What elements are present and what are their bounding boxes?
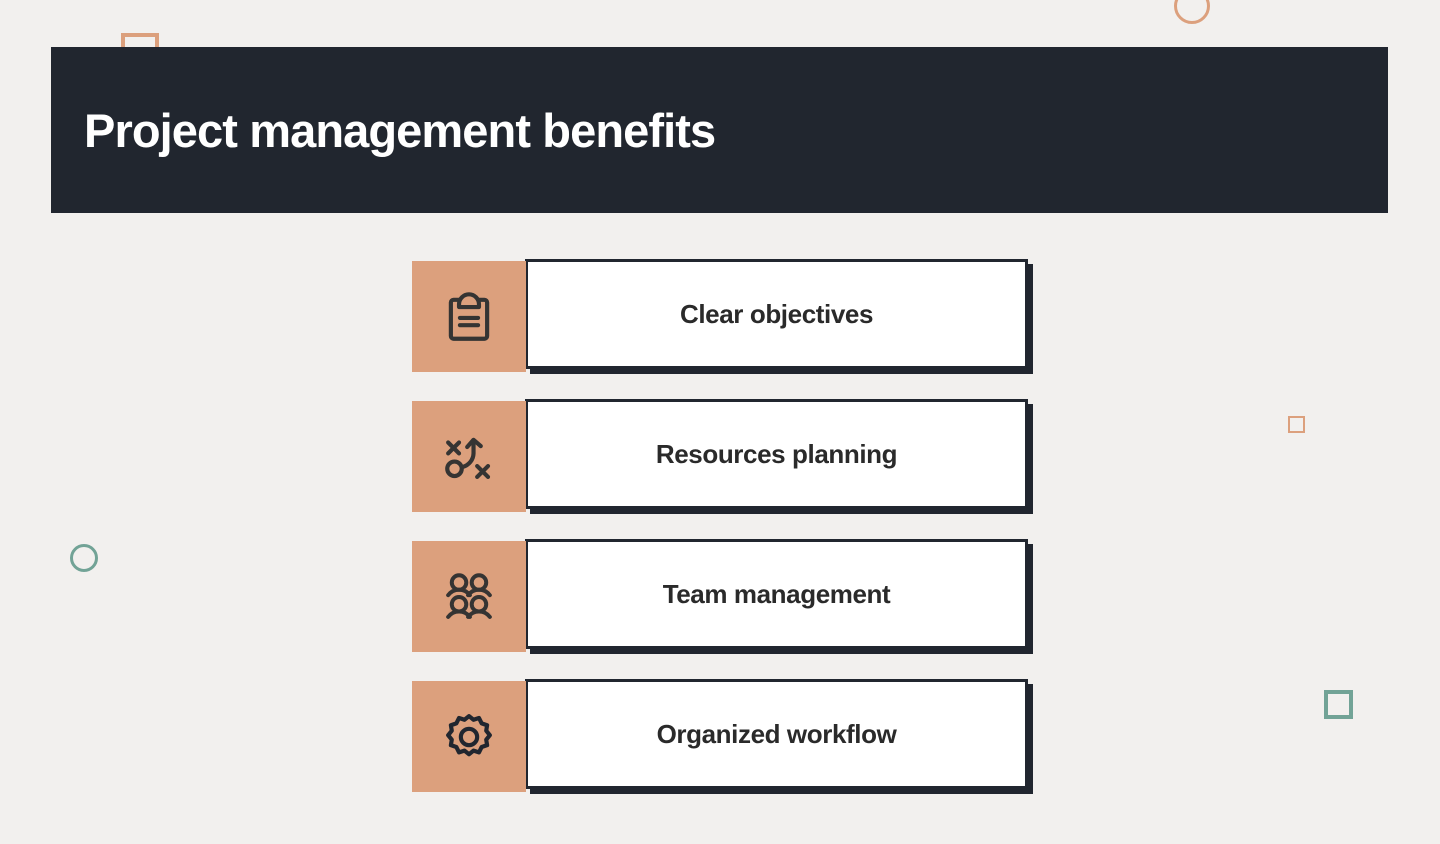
circle-outline-orange-top <box>1174 0 1210 24</box>
strategy-icon <box>445 437 491 479</box>
benefit-icon-tile <box>412 541 526 652</box>
benefit-label: Resources planning <box>655 438 898 469</box>
benefit-card[interactable]: Organized workflow <box>525 679 1028 789</box>
benefit-label: Organized workflow <box>656 718 897 749</box>
benefit-label: Clear objectives <box>679 298 874 329</box>
gear-icon <box>446 713 492 756</box>
list-item[interactable]: Team management <box>412 539 1032 652</box>
clipboard-icon <box>448 291 490 341</box>
benefit-icon-tile <box>412 681 526 792</box>
benefit-icon-tile <box>412 261 526 372</box>
list-item[interactable]: Organized workflow <box>412 679 1032 792</box>
benefit-label: Team management <box>662 578 891 609</box>
square-outline-teal-right <box>1324 690 1353 719</box>
benefit-card[interactable]: Resources planning <box>525 399 1028 509</box>
square-outline-orange-right <box>1288 416 1305 433</box>
page-title: Project management benefits <box>84 103 716 157</box>
benefit-icon-tile <box>412 401 526 512</box>
users-four-icon <box>446 572 492 619</box>
circle-outline-teal-left <box>70 544 98 572</box>
benefit-card[interactable]: Team management <box>525 539 1028 649</box>
benefits-list: Clear objectives Resources planning Team… <box>412 259 1032 792</box>
header-banner: Project management benefits <box>51 47 1388 213</box>
list-item[interactable]: Resources planning <box>412 399 1032 512</box>
list-item[interactable]: Clear objectives <box>412 259 1032 372</box>
benefit-card[interactable]: Clear objectives <box>525 259 1028 369</box>
